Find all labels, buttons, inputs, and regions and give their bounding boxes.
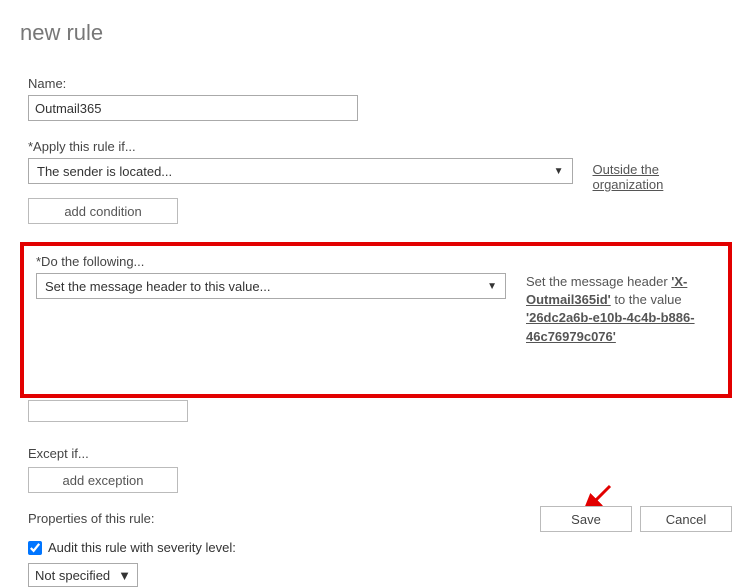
apply-if-side-link[interactable]: Outside the organization (593, 162, 732, 192)
severity-selected: Not specified (35, 568, 110, 583)
name-input[interactable] (28, 95, 358, 121)
except-if-section: Except if... add exception (28, 446, 732, 493)
side-prefix: Set the message header (526, 274, 671, 289)
save-button[interactable]: Save (540, 506, 632, 532)
apply-if-section: *Apply this rule if... The sender is loc… (28, 139, 732, 224)
side-mid: to the value (611, 292, 682, 307)
do-following-section: *Do the following... Set the message hea… (36, 254, 716, 346)
audit-label: Audit this rule with severity level: (48, 540, 236, 555)
do-following-side-text: Set the message header 'X-Outmail365id' … (526, 273, 716, 346)
chevron-down-icon: ▼ (554, 166, 564, 177)
add-action-button[interactable]: add action (28, 400, 188, 422)
apply-if-selected: The sender is located... (37, 164, 172, 179)
add-exception-button[interactable]: add exception (28, 467, 178, 493)
name-section: Name: (28, 76, 732, 121)
do-following-dropdown[interactable]: Set the message header to this value... … (36, 273, 506, 299)
cancel-button[interactable]: Cancel (640, 506, 732, 532)
page-title: new rule (20, 20, 732, 46)
apply-if-label: *Apply this rule if... (28, 139, 732, 154)
footer-buttons: Save Cancel (540, 506, 732, 532)
chevron-down-icon: ▼ (118, 568, 131, 583)
add-condition-button[interactable]: add condition (28, 198, 178, 224)
apply-if-dropdown[interactable]: The sender is located... ▼ (28, 158, 573, 184)
header-value-link[interactable]: '26dc2a6b-e10b-4c4b-b886-46c76979c076' (526, 310, 695, 343)
do-following-label: *Do the following... (36, 254, 716, 269)
chevron-down-icon: ▼ (487, 281, 497, 292)
do-following-selected: Set the message header to this value... (45, 279, 270, 294)
except-if-label: Except if... (28, 446, 732, 461)
audit-checkbox[interactable] (28, 541, 42, 555)
severity-select[interactable]: Not specified ▼ (28, 563, 138, 587)
highlight-annotation: *Do the following... Set the message hea… (20, 242, 732, 398)
name-label: Name: (28, 76, 732, 91)
